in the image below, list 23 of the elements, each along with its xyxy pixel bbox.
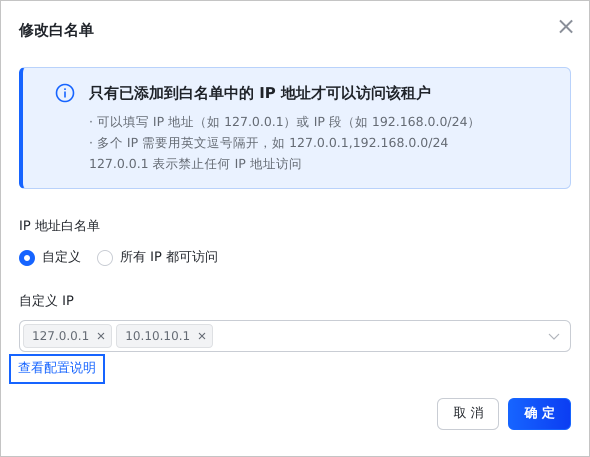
ip-select-field[interactable]: 127.0.0.1 10.10.10.1 (19, 320, 571, 352)
radio-option[interactable]: 自定义 (19, 248, 81, 268)
dialog-title: 修改白名单 (19, 21, 94, 39)
help-link[interactable]: 查看配置说明 (11, 356, 103, 382)
alert-text: · 可以填写 IP 地址（如 127.0.0.1）或 IP 段（如 192.168.0.0/24） (89, 112, 481, 130)
close-button[interactable]: × (555, 15, 577, 37)
tag-remove-button[interactable] (97, 332, 106, 340)
tag-label: 10.10.10.1 (125, 328, 190, 345)
alert-text: 127.0.0.1 表示禁止任何 IP 地址访问 (89, 154, 303, 172)
tag-label: 127.0.0.1 (32, 328, 90, 345)
alert-title: 只有已添加到白名单中的 IP 地址才可以访问该租户 (89, 83, 432, 104)
tag-remove-button[interactable] (198, 332, 206, 340)
field-label: IP 地址白名单 (19, 218, 101, 236)
field-label: 自定义 IP (19, 292, 75, 310)
cancel-button[interactable]: 取 消 (437, 398, 500, 430)
info-icon (55, 83, 75, 103)
chevron-down-icon (548, 332, 560, 340)
radio-label: 所有 IP 都可访问 (120, 249, 218, 267)
radio-label: 自定义 (42, 249, 81, 267)
radio-option[interactable]: 所有 IP 都可访问 (97, 248, 218, 268)
alert-text: · 多个 IP 需要用英文逗号隔开，如 127.0.0.1,192.168.0.0/24 (89, 134, 450, 152)
radio-button[interactable] (19, 250, 35, 266)
confirm-button[interactable]: 确 定 (508, 398, 571, 430)
